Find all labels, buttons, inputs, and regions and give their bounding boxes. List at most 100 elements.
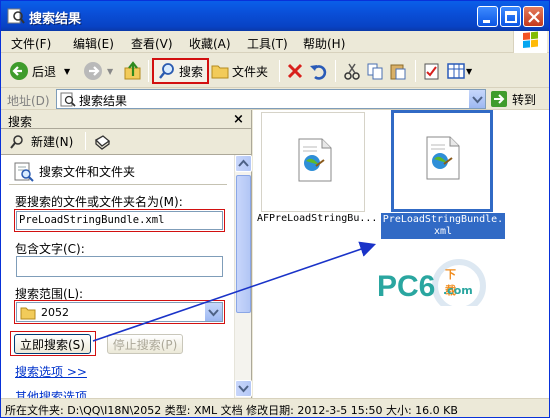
menu-tools[interactable]: 工具(T) xyxy=(247,35,288,52)
search-files-icon xyxy=(14,162,34,182)
menu-file[interactable]: 文件(F) xyxy=(11,35,51,52)
search-scope-value: 2052 xyxy=(41,306,69,319)
properties-button[interactable] xyxy=(423,58,441,84)
up-folder-icon xyxy=(124,61,141,80)
views-grid-icon xyxy=(447,63,465,79)
menu-view[interactable]: 查看(V) xyxy=(131,35,173,52)
status-text: 所在文件夹: D:\QQ\I18N\2052 类型: XML 文档 修改日期: … xyxy=(5,404,458,417)
contains-text-input[interactable] xyxy=(16,256,223,277)
copy-icon xyxy=(367,63,383,80)
close-button[interactable] xyxy=(523,6,544,27)
undo-button[interactable] xyxy=(309,58,327,84)
up-folder-button[interactable] xyxy=(123,58,143,84)
menu-help[interactable]: 帮助(H) xyxy=(303,35,345,52)
back-label: 后退 xyxy=(32,64,57,79)
xml-file-icon xyxy=(426,136,460,180)
toolbar-separator xyxy=(279,60,280,82)
toolbar: 后退 ▼ ▼ 搜索 文件夹 ▼ xyxy=(1,54,549,88)
menu-bar: 文件(F) 编辑(E) 查看(V) 收藏(A) 工具(T) 帮助(H) xyxy=(1,31,549,53)
cut-button[interactable] xyxy=(343,58,361,84)
result-name-selected[interactable]: PreLoadStringBundle.xml xyxy=(381,213,505,239)
search-label: 搜索 xyxy=(179,64,204,79)
watermark-sub2: .com xyxy=(443,284,473,297)
address-value: 搜索结果 xyxy=(79,94,128,108)
views-button[interactable]: ▼ xyxy=(447,58,472,84)
results-pane: AFPreLoadStringBu... PreLoadStringBundle… xyxy=(253,110,549,398)
menu-edit[interactable]: 编辑(E) xyxy=(73,35,114,52)
watermark-text: PC6 xyxy=(377,270,436,303)
search-now-button[interactable]: 立即搜索(S) xyxy=(14,334,91,354)
maximize-button[interactable] xyxy=(500,6,521,27)
search-pane-toolbar: 新建(N) xyxy=(1,129,251,155)
new-search-button[interactable]: 新建(N) xyxy=(9,133,73,150)
scroll-up-button[interactable] xyxy=(235,155,252,172)
properties-icon xyxy=(424,63,439,80)
folder-icon xyxy=(211,65,229,79)
views-dropdown-icon[interactable]: ▼ xyxy=(466,67,472,76)
pane-toolbar-separator xyxy=(85,132,86,150)
close-icon xyxy=(528,11,540,23)
search-scope-select[interactable]: 2052 xyxy=(16,302,223,322)
scroll-down-button[interactable] xyxy=(235,380,252,397)
section-title: 搜索文件和文件夹 xyxy=(39,165,136,179)
undo-icon xyxy=(310,65,327,80)
explorer-window: 搜索结果 文件(F) 编辑(E) 查看(V) 收藏(A) 工具(T) 帮助(H)… xyxy=(0,0,550,418)
section-divider xyxy=(9,184,227,185)
result-thumbnail[interactable] xyxy=(261,112,365,212)
scroll-thumb[interactable] xyxy=(236,175,251,313)
address-field[interactable]: 搜索结果 xyxy=(56,89,486,109)
windows-flag-icon xyxy=(523,31,538,49)
chevron-up-icon xyxy=(238,159,249,167)
result-thumbnail-selected[interactable] xyxy=(391,110,493,212)
status-bar: 所在文件夹: D:\QQ\I18N\2052 类型: XML 文档 修改日期: … xyxy=(1,398,549,417)
go-arrow-icon xyxy=(491,91,507,107)
chevron-down-icon xyxy=(238,385,249,393)
forward-arrow-icon xyxy=(84,62,102,80)
search-pane-close-button[interactable]: × xyxy=(233,112,244,127)
delete-x-icon xyxy=(287,63,303,79)
folder-icon xyxy=(20,307,36,320)
address-label: 地址(D) xyxy=(7,94,50,108)
new-search-label: 新建(N) xyxy=(31,135,74,149)
windows-logo xyxy=(513,31,547,53)
address-dropdown-button[interactable] xyxy=(468,90,485,108)
back-button[interactable]: 后退 ▼ xyxy=(9,58,70,84)
delete-button[interactable] xyxy=(286,58,304,84)
forward-button[interactable]: ▼ xyxy=(83,58,113,84)
scissors-icon xyxy=(344,63,360,80)
menu-favorites[interactable]: 收藏(A) xyxy=(189,35,231,52)
search-pane-scrollbar[interactable] xyxy=(234,155,252,398)
minimize-button[interactable] xyxy=(477,6,498,27)
toolbar-separator xyxy=(335,60,336,82)
stop-search-button[interactable]: 停止搜索(P) xyxy=(107,334,183,354)
title-bar[interactable]: 搜索结果 xyxy=(1,1,549,31)
file-name-input[interactable]: PreLoadStringBundle.xml xyxy=(16,211,223,230)
maximize-icon xyxy=(505,11,517,23)
search-button[interactable]: 搜索 xyxy=(152,58,210,84)
paste-button[interactable] xyxy=(389,58,407,84)
result-name[interactable]: AFPreLoadStringBu... xyxy=(257,213,377,224)
back-dropdown-icon[interactable]: ▼ xyxy=(64,67,70,76)
scope-dropdown-button[interactable] xyxy=(205,303,222,321)
toolbar-separator xyxy=(415,60,416,82)
other-search-options-link[interactable]: 其他搜索选项 xyxy=(15,388,87,398)
search-options-link[interactable]: 搜索选项 >> xyxy=(15,363,87,380)
chevron-down-icon xyxy=(472,96,483,104)
search-pane-title: 搜索 xyxy=(8,115,33,129)
search-window-icon xyxy=(7,8,25,24)
folders-button[interactable]: 文件夹 xyxy=(211,58,268,84)
forward-dropdown-icon[interactable]: ▼ xyxy=(107,67,113,76)
back-arrow-icon xyxy=(10,62,28,80)
go-button[interactable]: 转到 xyxy=(490,89,536,109)
xml-file-icon xyxy=(298,138,332,182)
book-icon[interactable] xyxy=(94,134,110,150)
search-icon xyxy=(159,63,174,79)
window-title: 搜索结果 xyxy=(29,12,82,27)
toolbar-separator xyxy=(148,60,149,82)
address-bar: 地址(D) 搜索结果 转到 xyxy=(1,88,549,110)
copy-button[interactable] xyxy=(366,58,384,84)
contains-text-label: 包含文字(C): xyxy=(15,242,85,256)
search-pane: 搜索 × 新建(N) 搜索文件和文件夹 要搜索的文件或文件夹名为(M): Pre… xyxy=(1,110,252,398)
paste-icon xyxy=(390,64,406,80)
new-search-icon xyxy=(10,134,23,149)
